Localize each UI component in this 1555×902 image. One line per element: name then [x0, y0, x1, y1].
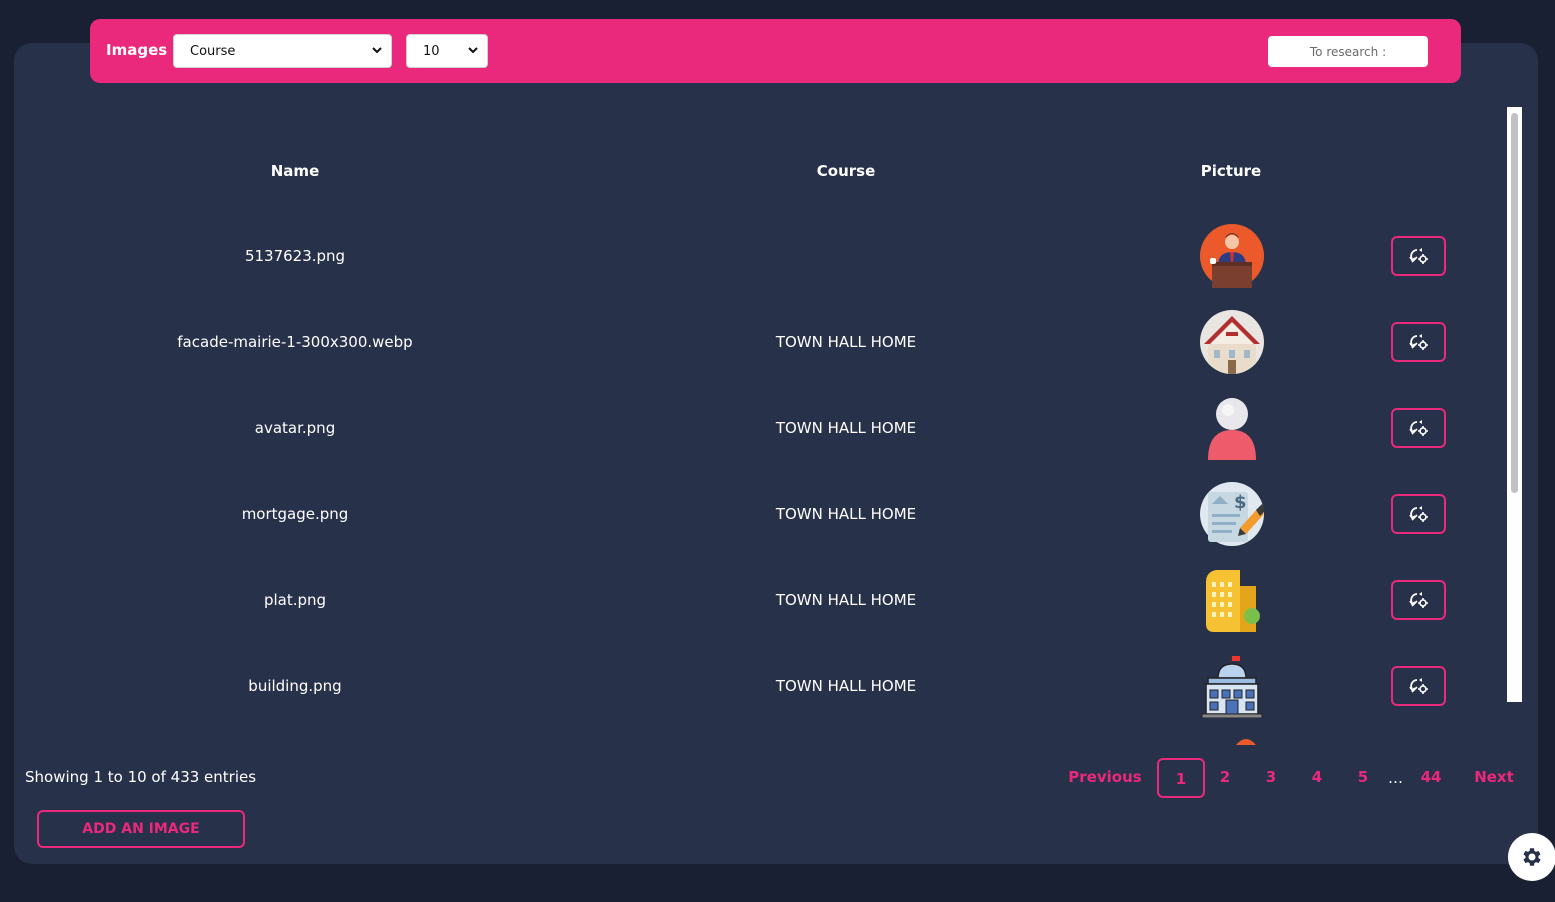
pagination-page-4[interactable]: 4: [1302, 758, 1332, 798]
row-course: TOWN HALL HOME: [775, 419, 917, 437]
row-course: TOWN HALL HOME: [775, 505, 917, 523]
page-title: Images: [106, 41, 168, 59]
pagination-page-last[interactable]: 44: [1414, 758, 1448, 798]
scrollbar-thumb[interactable]: [1511, 113, 1518, 493]
pagination-ellipsis: …: [1388, 769, 1403, 787]
entries-count-value: 10: [423, 44, 440, 59]
edit-button[interactable]: [1391, 408, 1446, 448]
add-image-button[interactable]: ADD AN IMAGE: [37, 810, 245, 848]
edit-settings-icon: [1408, 334, 1428, 350]
svg-text:$: $: [1234, 492, 1247, 513]
row-course: TOWN HALL HOME: [775, 333, 917, 351]
pagination-page-5[interactable]: 5: [1348, 758, 1378, 798]
table-row: 5137623.png: [14, 213, 1514, 299]
row-name: facade-mairie-1-300x300.webp: [177, 333, 413, 351]
row-course: TOWN HALL HOME: [775, 591, 917, 609]
avatar-icon: [1208, 398, 1256, 460]
edit-button[interactable]: [1391, 666, 1446, 706]
edit-button[interactable]: [1391, 580, 1446, 620]
row-name: avatar.png: [254, 419, 336, 437]
entries-count-select[interactable]: 10: [406, 34, 488, 68]
edit-button[interactable]: [1391, 494, 1446, 534]
edit-settings-icon: [1408, 506, 1428, 522]
pagination-previous[interactable]: Previous: [1068, 758, 1142, 798]
chevron-down-icon: [372, 47, 382, 54]
table-row: mortgage.png TOWN HALL HOME $: [14, 471, 1514, 557]
main-panel: Name Course Picture 5137623.png facade-m…: [14, 43, 1538, 864]
mortgage-document-icon: $: [1200, 482, 1264, 546]
pagination-page-3[interactable]: 3: [1256, 758, 1286, 798]
edit-settings-icon: [1408, 592, 1428, 608]
column-header-picture[interactable]: Picture: [1201, 162, 1261, 180]
apartment-building-icon: [1206, 570, 1260, 632]
row-name: mortgage.png: [241, 505, 349, 523]
row-course: TOWN HALL HOME: [775, 677, 917, 695]
table-row: avatar.png TOWN HALL HOME: [14, 385, 1514, 471]
search-input[interactable]: [1268, 36, 1428, 67]
column-header-name[interactable]: Name: [271, 162, 319, 180]
column-header-course[interactable]: Course: [817, 162, 876, 180]
government-building-icon: [1201, 656, 1263, 718]
table-row: building.png TOWN HALL HOME: [14, 643, 1514, 729]
town-hall-icon: [1200, 310, 1264, 374]
chevron-down-icon: [468, 47, 478, 54]
speaker-podium-icon: [1200, 224, 1264, 288]
row-name: 5137623.png: [244, 247, 346, 265]
table-scrollbar[interactable]: [1507, 107, 1522, 702]
row-name: plat.png: [263, 591, 327, 609]
edit-button[interactable]: [1391, 322, 1446, 362]
images-table: Name Course Picture 5137623.png facade-m…: [14, 149, 1536, 745]
edit-settings-icon: [1408, 420, 1428, 436]
course-select-value: Course: [190, 44, 236, 59]
pagination-page-2[interactable]: 2: [1210, 758, 1240, 798]
edit-settings-icon: [1408, 678, 1428, 694]
table-row: facade-mairie-1-300x300.webp TOWN HALL H…: [14, 299, 1514, 385]
gear-icon: [1523, 848, 1541, 866]
pagination-next[interactable]: Next: [1470, 758, 1518, 798]
edit-button[interactable]: [1391, 236, 1446, 276]
partial-image-icon: [1236, 739, 1256, 745]
row-name: building.png: [248, 677, 342, 695]
course-select[interactable]: Course: [173, 34, 392, 68]
entries-info: Showing 1 to 10 of 433 entries: [25, 768, 257, 786]
settings-button[interactable]: [1508, 833, 1555, 881]
edit-settings-icon: [1408, 248, 1428, 264]
table-row: plat.png TOWN HALL HOME: [14, 557, 1514, 643]
pagination-page-1[interactable]: 1: [1157, 758, 1205, 798]
toolbar: Images Course 10: [90, 19, 1461, 83]
